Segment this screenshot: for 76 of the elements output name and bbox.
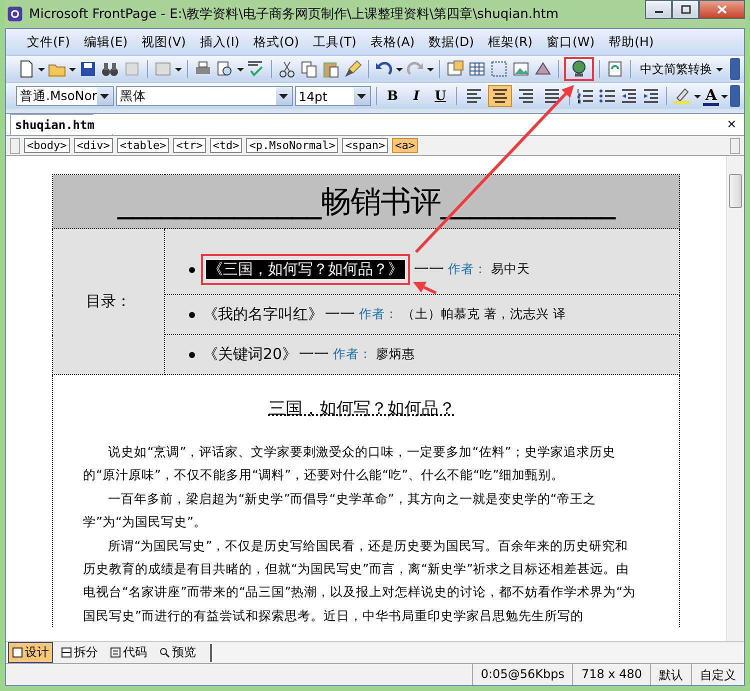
bold-button[interactable]: B bbox=[382, 85, 404, 107]
tag-button[interactable]: <table> bbox=[116, 138, 170, 153]
author-label: 作者： bbox=[358, 306, 399, 323]
menu-item[interactable]: 工具(T) bbox=[306, 30, 364, 54]
tag-button[interactable]: <span> bbox=[342, 138, 388, 153]
bullet-icon bbox=[189, 266, 195, 272]
tag-button[interactable]: <p.MsoNormal> bbox=[246, 138, 338, 153]
font-dropdown[interactable]: 黑体 bbox=[116, 86, 293, 106]
tag-button[interactable]: <tr> bbox=[173, 138, 206, 153]
status-text: 默认 bbox=[650, 664, 691, 685]
italic-button[interactable]: I bbox=[405, 85, 428, 107]
bullet-icon bbox=[189, 352, 195, 358]
author-name: （土）帕慕克 著，沈志兴 译 bbox=[402, 306, 566, 323]
menu-item[interactable]: 编辑(E) bbox=[76, 30, 135, 54]
minimize-button[interactable] bbox=[645, 0, 672, 19]
code-icon[interactable] bbox=[110, 647, 121, 658]
tag-button[interactable]: <body> bbox=[24, 138, 70, 153]
font-color-button[interactable]: A bbox=[703, 86, 719, 106]
view-tab[interactable]: 预览 bbox=[155, 642, 200, 663]
menu-item[interactable]: 文件(F) bbox=[20, 30, 77, 54]
vertical-scrollbar[interactable] bbox=[726, 156, 744, 641]
highlighter-icon[interactable] bbox=[672, 86, 692, 106]
menu-item[interactable]: 数据(D) bbox=[422, 30, 482, 54]
close-button[interactable] bbox=[699, 0, 745, 19]
paragraph: 一百年多前，梁启超为“新史学”而倡导“史学革命”，其方向之一就是变史学的“帝王之学”为“为国民写史”。 bbox=[83, 490, 597, 532]
dash-text: 一一 bbox=[325, 305, 355, 324]
layer-icon[interactable] bbox=[489, 59, 509, 79]
window-title: Microsoft FrontPage - E:\教学资料\电子商务网页制作\上课整理资料\第四章\shuqian.htm bbox=[29, 6, 560, 23]
book-link[interactable]: 《关键词20》 bbox=[201, 345, 300, 364]
menu-item[interactable]: 表格(A) bbox=[363, 30, 422, 54]
page-heading: ______________畅销书评____________ bbox=[118, 184, 614, 220]
paragraph: 所谓“为国民写史”，不仅是历史写给国民看，还是历史要为国民写。百余年来的历史研究和历史教育的成绩是有目共睹的，但就“为国民写史”而言，离“新史学”祈求之目标还相差甚远。由电视台“名家讲座”而带来的“品三国”热潮，以及报上对怎样说史的讨论，都不妨看作学术界为“为国民写史”而进行的有益尝试和探索思考。近日，中华书局重印史学家吕思勉先生所写的 bbox=[83, 536, 637, 625]
toc-label: 目录： bbox=[86, 292, 131, 310]
author-label: 作者： bbox=[447, 261, 488, 278]
close-button[interactable]: × bbox=[727, 116, 736, 133]
status-text: 0:05@56Kbps bbox=[472, 664, 572, 685]
view-tab[interactable]: 拆分 bbox=[57, 642, 102, 663]
convert-dropdown[interactable]: 中文简繁转换 bbox=[636, 57, 727, 81]
author-name: 廖炳惠 bbox=[376, 346, 416, 363]
numbered-list-icon[interactable] bbox=[575, 86, 596, 106]
page-icon[interactable] bbox=[12, 647, 23, 658]
view-tab[interactable]: 代码 bbox=[106, 642, 151, 663]
book-link[interactable]: 《我的名字叫红》 bbox=[201, 305, 325, 324]
book-link[interactable]: 《三国，如何写？如何品？》 bbox=[206, 260, 405, 279]
menu-item[interactable]: 窗口(W) bbox=[540, 30, 602, 54]
view-tab[interactable]: 设计 bbox=[8, 642, 53, 663]
style-dropdown[interactable]: 普通.MsoNor bbox=[16, 86, 114, 106]
floppy-icon[interactable] bbox=[78, 59, 98, 79]
scroll-thumb[interactable] bbox=[729, 174, 742, 208]
paragraph: 说史如“烹调”，评话家、文学家要刺激受众的口味，一定要多加“佐料”；史学家追求历史的“原汁原味”，不仅不能多用“调料”，还要对什么能“吃”、什么不能“吃”细加甄别。 bbox=[83, 443, 616, 484]
menu-item[interactable]: 视图(V) bbox=[134, 30, 193, 54]
document-tab[interactable]: shuqian.htm bbox=[10, 114, 114, 135]
maximize-button[interactable] bbox=[672, 0, 699, 19]
bullet-icon bbox=[189, 312, 195, 318]
menu-item[interactable]: 帮助(H) bbox=[602, 30, 661, 54]
menu-item[interactable]: 格式(O) bbox=[246, 30, 306, 54]
status-text: 自定义 bbox=[691, 664, 744, 685]
article-title: 三国，如何写？如何品？ bbox=[268, 398, 456, 420]
split-pane-icon[interactable] bbox=[61, 647, 72, 658]
menu-item[interactable]: 框架(R) bbox=[481, 30, 540, 54]
tag-button[interactable]: <td> bbox=[210, 138, 242, 153]
copy-icon[interactable] bbox=[299, 59, 319, 79]
author-name: 易中天 bbox=[491, 261, 530, 278]
magnifier-icon[interactable] bbox=[159, 647, 170, 658]
author-label: 作者： bbox=[332, 346, 374, 363]
status-text: 718 x 480 bbox=[572, 664, 650, 685]
scissors-icon[interactable] bbox=[277, 59, 297, 79]
dash-text: 一一 bbox=[414, 260, 444, 279]
dash-text: 一一 bbox=[299, 345, 330, 364]
tag-button[interactable]: <div> bbox=[74, 138, 113, 153]
tag-button[interactable]: <a> bbox=[392, 138, 418, 153]
app-icon bbox=[7, 6, 23, 22]
horizontal-scrollbar[interactable] bbox=[210, 644, 744, 662]
menu-item[interactable]: 插入(I) bbox=[192, 30, 246, 54]
underline-button[interactable]: U bbox=[429, 85, 452, 107]
font-size-dropdown[interactable]: 14pt bbox=[294, 86, 370, 106]
